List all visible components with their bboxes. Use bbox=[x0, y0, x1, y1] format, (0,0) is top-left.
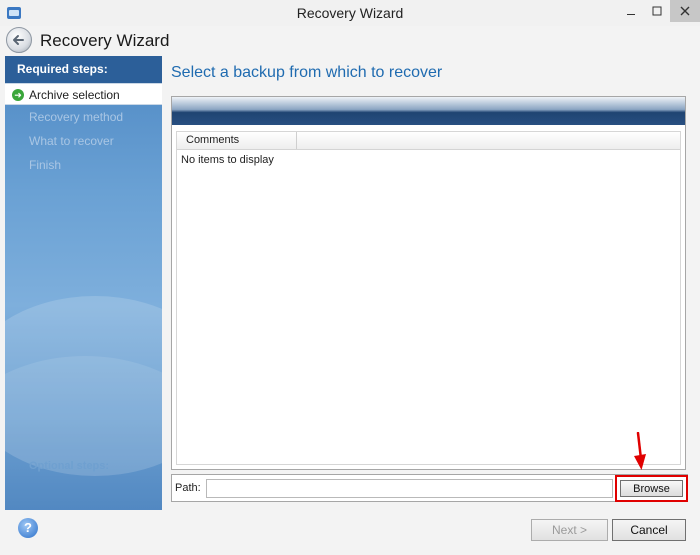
back-button[interactable] bbox=[6, 27, 32, 53]
close-button[interactable] bbox=[670, 0, 700, 22]
close-icon bbox=[680, 6, 690, 16]
help-icon[interactable]: ? bbox=[18, 518, 38, 538]
steps-sidebar: Required steps: ➜ Archive selection Reco… bbox=[5, 56, 162, 510]
optional-steps-title: Optional steps: bbox=[29, 460, 110, 472]
step-label: Archive selection bbox=[29, 88, 120, 102]
step-what-to-recover: What to recover bbox=[5, 130, 162, 152]
maximize-button[interactable] bbox=[644, 0, 670, 22]
red-arrow-icon bbox=[634, 432, 646, 470]
back-arrow-icon bbox=[13, 35, 24, 45]
required-steps-title: Required steps: bbox=[5, 56, 162, 83]
minimize-icon bbox=[627, 14, 635, 15]
panel-header-band bbox=[172, 97, 685, 125]
browse-highlight: Browse bbox=[615, 475, 688, 502]
browse-button[interactable]: Browse bbox=[620, 480, 683, 497]
minimize-button[interactable] bbox=[618, 0, 644, 22]
maximize-icon bbox=[652, 6, 662, 16]
wizard-header: Recovery Wizard bbox=[0, 26, 700, 56]
path-input[interactable] bbox=[206, 479, 613, 498]
path-label: Path: bbox=[175, 482, 201, 494]
wizard-heading: Recovery Wizard bbox=[40, 31, 170, 50]
page-title: Select a backup from which to recover bbox=[171, 64, 443, 81]
next-button[interactable]: Next > bbox=[531, 519, 608, 541]
table-header: Comments bbox=[177, 132, 680, 150]
window-title: Recovery Wizard bbox=[296, 5, 404, 21]
column-comments[interactable]: Comments bbox=[177, 132, 297, 149]
step-label: What to recover bbox=[29, 134, 114, 148]
step-archive-selection[interactable]: ➜ Archive selection bbox=[5, 83, 162, 105]
path-row: Path: Browse bbox=[171, 474, 688, 502]
step-recovery-method: Recovery method bbox=[5, 106, 162, 128]
empty-message: No items to display bbox=[181, 154, 274, 166]
step-label: Recovery method bbox=[29, 110, 124, 124]
window-titlebar: Recovery Wizard bbox=[0, 0, 700, 26]
cancel-button[interactable]: Cancel bbox=[612, 519, 686, 541]
backup-list-panel: Comments No items to display bbox=[171, 96, 686, 470]
green-arrow-icon: ➜ bbox=[12, 89, 24, 101]
step-finish: Finish bbox=[5, 154, 162, 176]
backup-table[interactable]: Comments No items to display bbox=[176, 131, 681, 465]
step-label: Finish bbox=[29, 158, 62, 172]
